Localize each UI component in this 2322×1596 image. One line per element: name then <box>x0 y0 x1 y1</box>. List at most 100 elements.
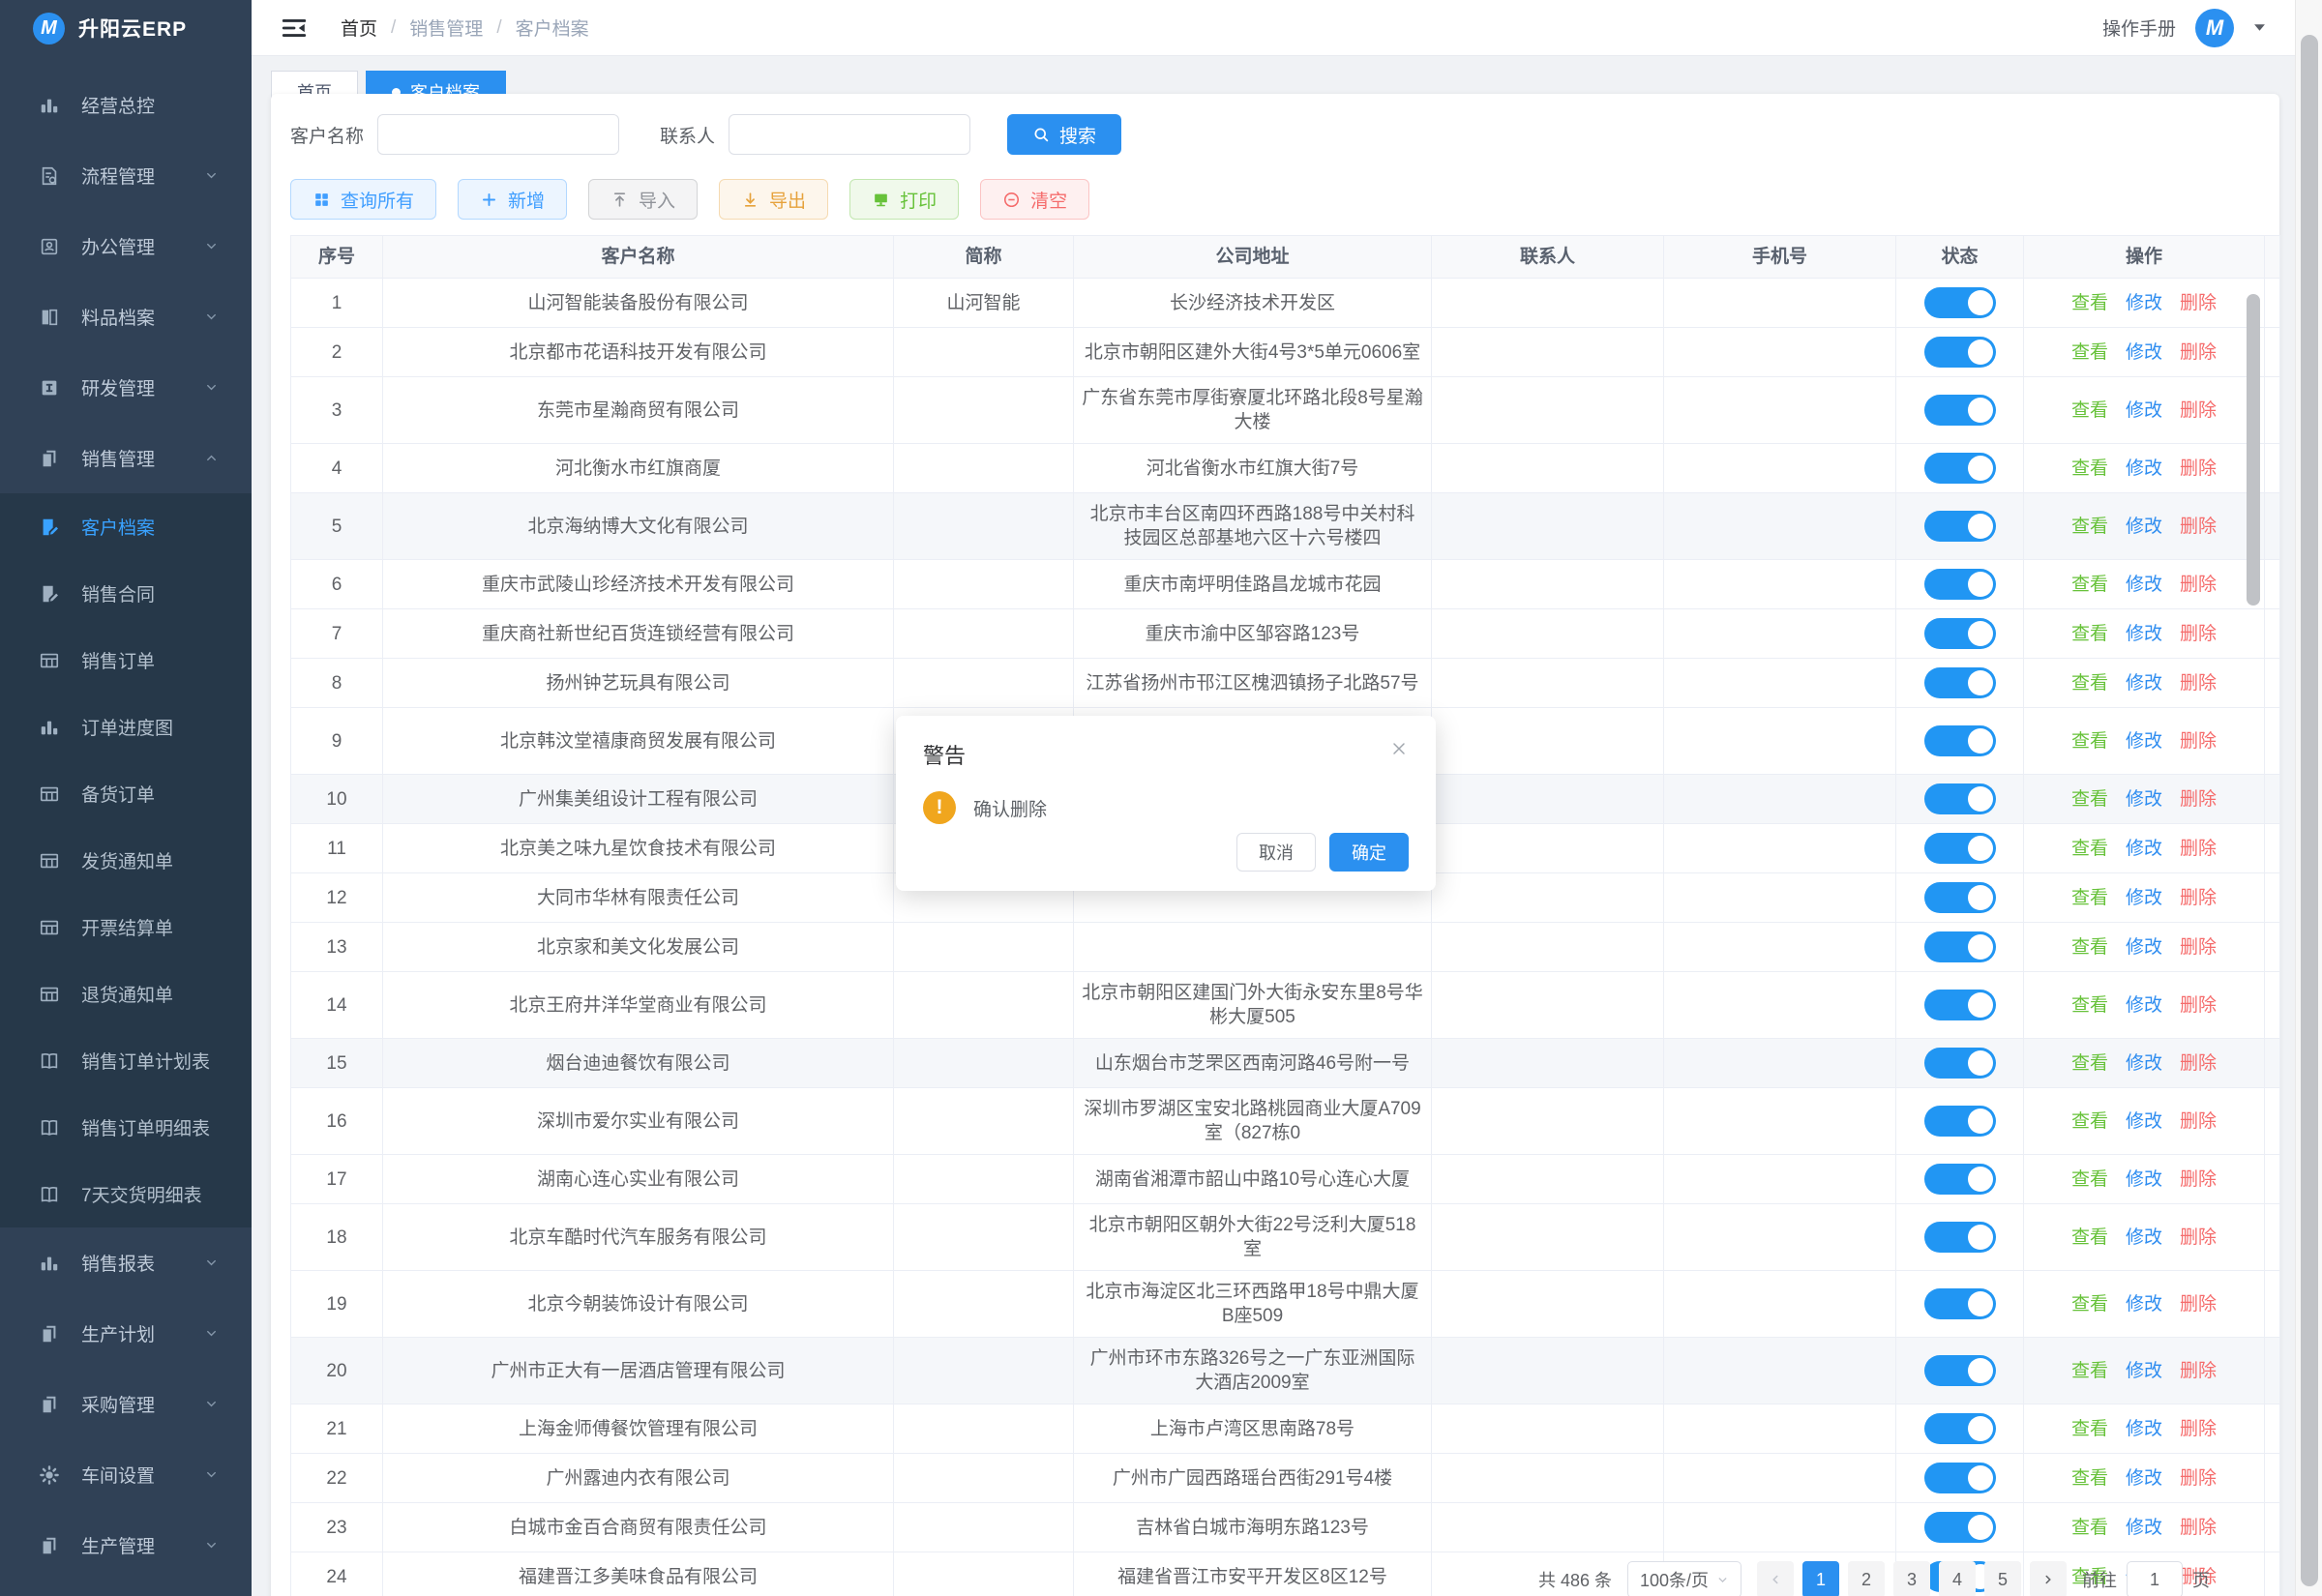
edit-link[interactable]: 修改 <box>2126 789 2162 810</box>
sidebar-item-生产计划[interactable]: 生产计划 <box>0 1298 252 1369</box>
edit-link[interactable]: 修改 <box>2126 1468 2162 1489</box>
cancel-button[interactable]: 取消 <box>1236 833 1316 872</box>
status-toggle[interactable] <box>1923 833 1996 864</box>
status-toggle[interactable] <box>1923 618 1996 649</box>
sidebar-item-研发管理[interactable]: 研发管理 <box>0 352 252 423</box>
sidebar-item-销售报表[interactable]: 销售报表 <box>0 1227 252 1298</box>
page-size-select[interactable]: 100条/页 <box>1627 1561 1742 1596</box>
sidebar-item-订单进度图[interactable]: 订单进度图 <box>0 694 252 760</box>
sidebar-item-销售管理[interactable]: 销售管理 <box>0 423 252 493</box>
status-toggle[interactable] <box>1923 569 1996 600</box>
toolbar-button-清空[interactable]: 清空 <box>980 179 1090 220</box>
sidebar-item-生产管理[interactable]: 生产管理 <box>0 1510 252 1581</box>
delete-link[interactable]: 删除 <box>2180 400 2217 421</box>
view-link[interactable]: 查看 <box>2071 1053 2108 1074</box>
edit-link[interactable]: 修改 <box>2126 517 2162 537</box>
page-button-5[interactable]: 5 <box>1984 1561 2021 1596</box>
delete-link[interactable]: 删除 <box>2180 839 2217 859</box>
caret-down-icon[interactable] <box>2253 23 2266 32</box>
sidebar-item-销售订单明细表[interactable]: 销售订单明细表 <box>0 1094 252 1161</box>
page-scrollbar-thumb[interactable] <box>2301 35 2318 1586</box>
edit-link[interactable]: 修改 <box>2126 342 2162 363</box>
status-toggle[interactable] <box>1923 1222 1996 1253</box>
delete-link[interactable]: 删除 <box>2180 1169 2217 1190</box>
edit-link[interactable]: 修改 <box>2126 1419 2162 1439</box>
sidebar-item-采购管理[interactable]: 采购管理 <box>0 1369 252 1439</box>
status-toggle[interactable] <box>1923 395 1996 426</box>
edit-link[interactable]: 修改 <box>2126 1294 2162 1315</box>
view-link[interactable]: 查看 <box>2071 517 2108 537</box>
sidebar-item-加工车间[interactable]: 加工车间 <box>0 1581 252 1596</box>
edit-link[interactable]: 修改 <box>2126 400 2162 421</box>
delete-link[interactable]: 删除 <box>2180 458 2217 479</box>
customer-name-input[interactable] <box>377 114 620 155</box>
sidebar-item-7天交货明细表[interactable]: 7天交货明细表 <box>0 1161 252 1227</box>
sidebar-item-车间设置[interactable]: 车间设置 <box>0 1439 252 1510</box>
view-link[interactable]: 查看 <box>2071 731 2108 752</box>
view-link[interactable]: 查看 <box>2071 1227 2108 1248</box>
page-button-3[interactable]: 3 <box>1893 1561 1930 1596</box>
view-link[interactable]: 查看 <box>2071 937 2108 958</box>
delete-link[interactable]: 删除 <box>2180 937 2217 958</box>
delete-link[interactable]: 删除 <box>2180 1053 2217 1074</box>
edit-link[interactable]: 修改 <box>2126 1053 2162 1074</box>
delete-link[interactable]: 删除 <box>2180 1419 2217 1439</box>
edit-link[interactable]: 修改 <box>2126 937 2162 958</box>
table-scrollbar-thumb[interactable] <box>2247 294 2260 606</box>
edit-link[interactable]: 修改 <box>2126 1111 2162 1132</box>
sidebar-item-开票结算单[interactable]: 开票结算单 <box>0 894 252 961</box>
delete-link[interactable]: 删除 <box>2180 673 2217 694</box>
breadcrumb-home[interactable]: 首页 <box>341 15 377 41</box>
status-toggle[interactable] <box>1923 1512 1996 1543</box>
sidebar-item-发货通知单[interactable]: 发货通知单 <box>0 827 252 894</box>
confirm-button[interactable]: 确定 <box>1329 833 1409 872</box>
delete-link[interactable]: 删除 <box>2180 995 2217 1016</box>
status-toggle[interactable] <box>1923 990 1996 1020</box>
delete-link[interactable]: 删除 <box>2180 517 2217 537</box>
status-toggle[interactable] <box>1923 1413 1996 1444</box>
status-toggle[interactable] <box>1923 511 1996 542</box>
delete-link[interactable]: 删除 <box>2180 888 2217 908</box>
sidebar-item-料品档案[interactable]: 料品档案 <box>0 281 252 352</box>
prev-page-button[interactable] <box>1757 1561 1794 1596</box>
view-link[interactable]: 查看 <box>2071 1419 2108 1439</box>
sidebar-item-销售订单[interactable]: 销售订单 <box>0 627 252 694</box>
view-link[interactable]: 查看 <box>2071 1361 2108 1381</box>
edit-link[interactable]: 修改 <box>2126 839 2162 859</box>
status-toggle[interactable] <box>1923 337 1996 368</box>
delete-link[interactable]: 删除 <box>2180 1294 2217 1315</box>
edit-link[interactable]: 修改 <box>2126 1227 2162 1248</box>
delete-link[interactable]: 删除 <box>2180 575 2217 595</box>
view-link[interactable]: 查看 <box>2071 342 2108 363</box>
delete-link[interactable]: 删除 <box>2180 1227 2217 1248</box>
sidebar-item-销售订单计划表[interactable]: 销售订单计划表 <box>0 1027 252 1094</box>
status-toggle[interactable] <box>1923 725 1996 756</box>
status-toggle[interactable] <box>1923 1288 1996 1319</box>
toolbar-button-导入[interactable]: 导入 <box>588 179 699 220</box>
delete-link[interactable]: 删除 <box>2180 293 2217 313</box>
status-toggle[interactable] <box>1923 783 1996 814</box>
view-link[interactable]: 查看 <box>2071 1169 2108 1190</box>
sidebar-item-销售合同[interactable]: 销售合同 <box>0 560 252 627</box>
edit-link[interactable]: 修改 <box>2126 575 2162 595</box>
delete-link[interactable]: 删除 <box>2180 731 2217 752</box>
edit-link[interactable]: 修改 <box>2126 624 2162 644</box>
edit-link[interactable]: 修改 <box>2126 458 2162 479</box>
delete-link[interactable]: 删除 <box>2180 789 2217 810</box>
delete-link[interactable]: 删除 <box>2180 1111 2217 1132</box>
delete-link[interactable]: 删除 <box>2180 624 2217 644</box>
avatar[interactable]: M <box>2195 8 2234 47</box>
view-link[interactable]: 查看 <box>2071 888 2108 908</box>
status-toggle[interactable] <box>1923 1048 1996 1079</box>
view-link[interactable]: 查看 <box>2071 995 2108 1016</box>
toolbar-button-打印[interactable]: 打印 <box>849 179 960 220</box>
view-link[interactable]: 查看 <box>2071 400 2108 421</box>
status-toggle[interactable] <box>1923 882 1996 913</box>
view-link[interactable]: 查看 <box>2071 839 2108 859</box>
status-toggle[interactable] <box>1923 453 1996 484</box>
edit-link[interactable]: 修改 <box>2126 1361 2162 1381</box>
sidebar-item-办公管理[interactable]: 办公管理 <box>0 211 252 281</box>
view-link[interactable]: 查看 <box>2071 673 2108 694</box>
view-link[interactable]: 查看 <box>2071 789 2108 810</box>
toolbar-button-新增[interactable]: 新增 <box>458 179 568 220</box>
